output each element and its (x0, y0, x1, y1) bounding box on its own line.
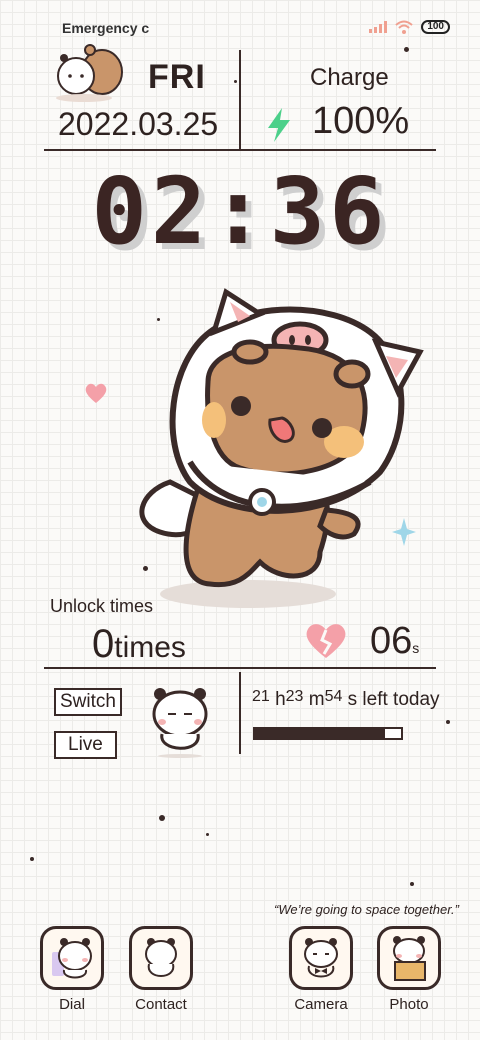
time-left-today: 21 h23 m54 s left today (252, 688, 440, 711)
live-button[interactable]: Live (54, 731, 117, 759)
charge-percent: 100% (312, 100, 410, 142)
dot-decoration (234, 80, 237, 83)
dial-app-label[interactable]: Dial (40, 996, 104, 1013)
day-progress-bar (253, 727, 403, 740)
unlock-count: 0times (92, 622, 186, 667)
dial-app-icon[interactable] (40, 926, 104, 990)
contact-app-icon[interactable] (129, 926, 193, 990)
panda-bowtie-icon (304, 938, 338, 978)
photo-app-icon[interactable] (377, 926, 441, 990)
seconds-suffix: s (412, 640, 420, 656)
photo-app[interactable]: Photo (377, 926, 441, 1013)
dot-decoration (159, 815, 165, 821)
unlock-count-value: 0 (92, 622, 115, 666)
bears-hug-sticker (56, 44, 123, 102)
dial-app[interactable]: Dial (40, 926, 104, 1013)
emergency-call-text: Emergency c (62, 20, 150, 36)
broken-heart-icon (306, 624, 346, 658)
date-label: 2022.03.25 (58, 106, 219, 142)
clock-time: 02:36 (91, 158, 389, 265)
contact-app-label[interactable]: Contact (129, 996, 193, 1013)
dot-decoration (30, 857, 34, 861)
quote-text: “We’re going to space together.” (274, 902, 459, 917)
panda-sticker (152, 688, 208, 758)
middle-divider-vertical (239, 672, 241, 754)
panda-back-icon (145, 938, 177, 977)
switch-button[interactable]: Switch (54, 688, 122, 716)
panda-box-icon (393, 936, 426, 981)
seconds-display: 06s (370, 620, 419, 663)
dot-decoration (404, 47, 409, 52)
heart-decoration-icon (85, 383, 107, 403)
unlock-times-label: Unlock times (50, 596, 154, 616)
camera-app[interactable]: Camera (289, 926, 353, 1013)
status-icons: 100 (369, 20, 450, 34)
minutes-value: 23 (285, 688, 304, 705)
time-left-suffix: s left today (347, 689, 440, 710)
minutes-unit: m (308, 689, 325, 710)
hours-unit: h (275, 689, 286, 710)
middle-divider (44, 667, 436, 669)
wifi-icon (395, 20, 413, 34)
seconds-left-value: 54 (324, 688, 343, 705)
camera-app-icon[interactable] (289, 926, 353, 990)
photo-app-label[interactable]: Photo (377, 996, 441, 1013)
hours-value: 21 (252, 688, 270, 705)
camera-app-label[interactable]: Camera (289, 996, 353, 1013)
signal-icon (369, 21, 388, 33)
contact-app[interactable]: Contact (129, 926, 193, 1013)
battery-icon: 100 (421, 20, 450, 34)
charge-label: Charge (310, 64, 389, 91)
weekday-label: FRI (148, 58, 206, 96)
unlock-count-unit: times (114, 631, 186, 664)
dot-decoration (446, 720, 450, 724)
bear-pig-hood-illustration (139, 288, 424, 608)
header-divider (44, 149, 436, 151)
panda-phone-icon (52, 938, 92, 979)
day-progress-fill (255, 729, 385, 738)
dot-decoration (410, 882, 414, 886)
seconds-value: 06 (370, 620, 413, 662)
header-divider-vertical (239, 50, 241, 150)
lightning-bolt-icon (268, 108, 290, 142)
dot-decoration (206, 833, 209, 836)
